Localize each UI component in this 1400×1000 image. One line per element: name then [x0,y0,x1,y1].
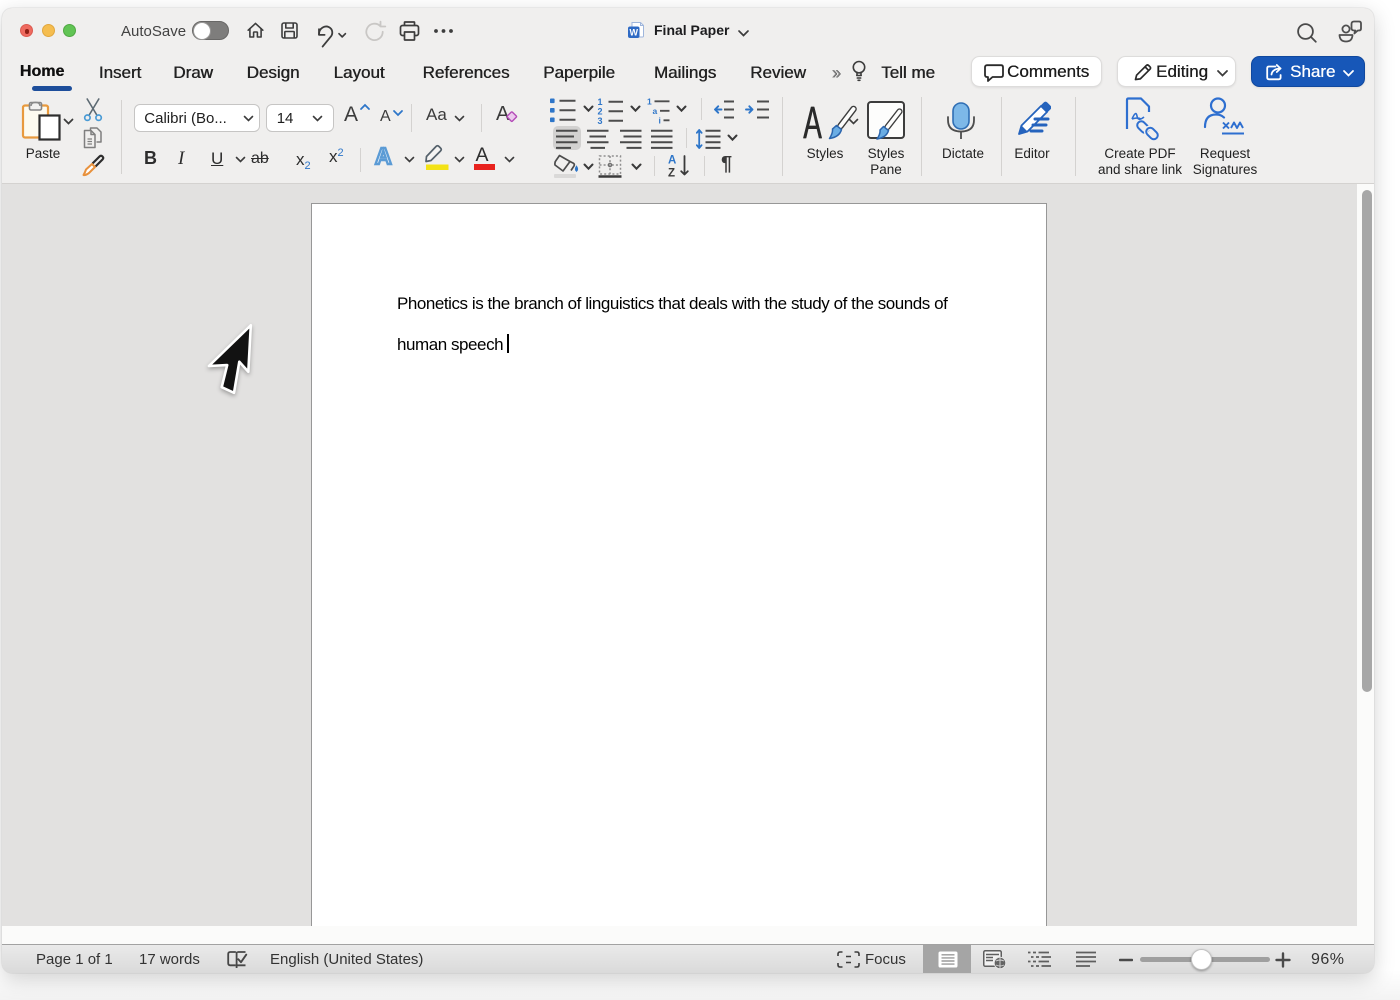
svg-text:1: 1 [647,97,652,107]
svg-text:W: W [630,28,639,38]
svg-text:3: 3 [598,116,603,124]
svg-text:a: a [653,106,658,116]
svg-text:2: 2 [598,107,603,117]
svg-text:i: i [659,116,661,125]
svg-text:Z: Z [668,168,675,179]
svg-text:1: 1 [598,97,603,107]
svg-text:A: A [668,155,676,167]
